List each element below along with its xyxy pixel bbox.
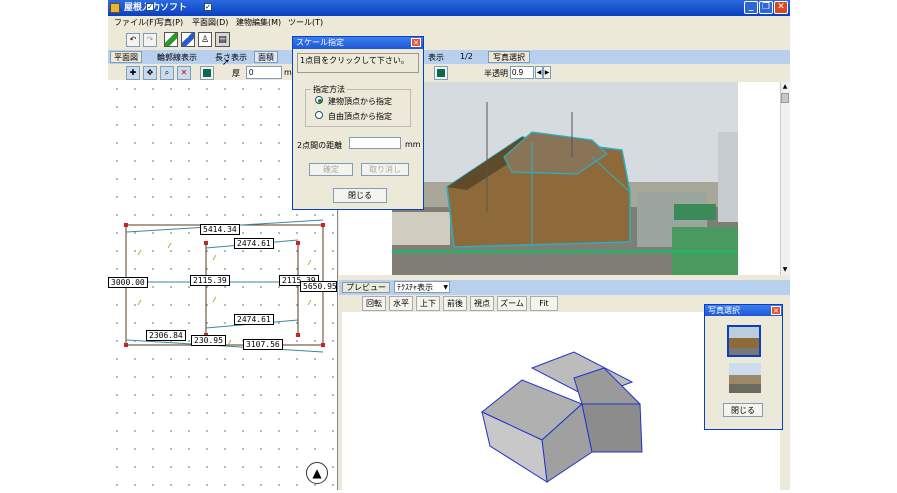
cancel-button[interactable]: 取り消し bbox=[361, 163, 409, 176]
texture-icon[interactable] bbox=[200, 66, 214, 80]
photo-select-close-button[interactable]: 閉じる bbox=[723, 403, 763, 417]
radio-free-label: 自由頂点から指定 bbox=[328, 112, 392, 121]
menu-plan[interactable]: 平面図(D) bbox=[188, 16, 232, 30]
dim-bottom-mid: 230.95 bbox=[191, 335, 226, 346]
dim-inner-top: 2474.61 bbox=[234, 238, 274, 249]
photo-view[interactable] bbox=[392, 82, 738, 275]
photo-select-dialog: 写真選択 ✕ 閉じる bbox=[704, 304, 783, 430]
dim-top: 5414.34 bbox=[200, 224, 240, 235]
dim-left: 3000.00 bbox=[108, 277, 148, 288]
dim-right-edge: 5650.95 bbox=[300, 281, 337, 292]
length-checkbox[interactable]: ✓ bbox=[204, 3, 212, 11]
distance-unit: mm bbox=[405, 140, 421, 149]
preview-label: プレビュー bbox=[342, 282, 390, 293]
photo-image bbox=[392, 82, 738, 275]
scale-dialog: スケール指定 ✕ 1点目をクリックして下さい。 指定方法 建物頂点から指定 自由… bbox=[292, 36, 424, 210]
radio-free[interactable] bbox=[315, 111, 323, 119]
transparency-label: 半透明 bbox=[484, 69, 508, 78]
transparency-spin-right-icon[interactable]: ▶ bbox=[543, 66, 551, 79]
photo-thumb-1[interactable] bbox=[727, 325, 761, 357]
undo-icon[interactable]: ↶ bbox=[126, 33, 140, 47]
length-label: 長さ表示 bbox=[215, 53, 247, 62]
pencil-green-icon[interactable] bbox=[164, 32, 178, 47]
print-icon[interactable]: ▤ bbox=[215, 32, 230, 47]
compass-icon: ▲ bbox=[306, 462, 328, 484]
radio-building-label: 建物頂点から指定 bbox=[328, 97, 392, 106]
scroll-up-icon[interactable]: ▲ bbox=[780, 82, 790, 92]
outline-label: 輪郭線表示 bbox=[157, 53, 197, 62]
tab-plan[interactable]: 平面図 bbox=[110, 51, 142, 63]
menu-building-edit[interactable]: 建物編集(M) bbox=[232, 16, 285, 30]
vertex-move-icon[interactable]: ✥ bbox=[143, 66, 157, 80]
page-indicator: 1/2 bbox=[460, 52, 473, 61]
updown-button[interactable]: 上下 bbox=[416, 296, 440, 311]
window-title: 屋根入力ソフト bbox=[124, 3, 188, 13]
menu-photo[interactable]: 写真(P) bbox=[152, 16, 187, 30]
person-tool-icon[interactable]: ♙ bbox=[198, 32, 212, 47]
distance-input[interactable] bbox=[349, 137, 401, 149]
viewpoint-button[interactable]: 視点 bbox=[470, 296, 494, 311]
scroll-thumb[interactable] bbox=[781, 93, 789, 103]
vertex-add-icon[interactable]: ✚ bbox=[126, 66, 140, 80]
texture-toggle-icon[interactable] bbox=[434, 66, 448, 80]
rotate-button[interactable]: 回転 bbox=[362, 296, 386, 311]
texture-display-select[interactable]: ﾃｸｽﾁｬ表示 ▼ bbox=[394, 281, 450, 293]
chevron-down-icon: ▼ bbox=[443, 284, 448, 291]
transparency-spin-left-icon[interactable]: ◀ bbox=[535, 66, 543, 79]
menu-tools[interactable]: ツール(T) bbox=[284, 16, 327, 30]
zoom-button[interactable]: ズーム bbox=[497, 296, 527, 311]
scale-dialog-close-icon[interactable]: ✕ bbox=[411, 38, 421, 47]
photo-vscroll[interactable] bbox=[780, 82, 790, 275]
minimize-button[interactable]: _ bbox=[744, 1, 758, 14]
radio-building[interactable] bbox=[315, 96, 323, 104]
horizontal-button[interactable]: 水平 bbox=[389, 296, 413, 311]
transparency-input[interactable] bbox=[510, 66, 534, 79]
menu-bar: ファイル(F) 写真(P) 平面図(D) 建物編集(M) ツール(T) bbox=[108, 16, 790, 30]
outline-checkbox[interactable]: ✓ bbox=[146, 3, 154, 11]
zoom-tool-icon[interactable]: ⌕ bbox=[160, 66, 174, 80]
frontback-button[interactable]: 前後 bbox=[443, 296, 467, 311]
dim-middle: 2115.39 bbox=[190, 275, 230, 286]
scale-dialog-title: スケール指定 bbox=[293, 37, 423, 49]
delete-tool-icon[interactable]: ✕ bbox=[177, 66, 191, 80]
fit-button[interactable]: Fit bbox=[530, 296, 558, 311]
mouse-cursor-icon: ➚ bbox=[222, 58, 230, 68]
close-button[interactable]: ✕ bbox=[774, 1, 788, 14]
distance-label: 2点間の距離 bbox=[297, 141, 343, 150]
scale-instruction: 1点目をクリックして下さい。 bbox=[297, 53, 419, 73]
area-button[interactable]: 面積 bbox=[254, 51, 278, 63]
display-label: 表示 bbox=[428, 53, 444, 62]
dim-bottom-left: 2306.84 bbox=[146, 330, 186, 341]
photo-select-button[interactable]: 写真選択 bbox=[488, 51, 530, 63]
redo-icon[interactable]: ↷ bbox=[143, 33, 157, 47]
confirm-button[interactable]: 確定 bbox=[309, 163, 353, 176]
scroll-down-icon[interactable]: ▼ bbox=[780, 265, 790, 275]
thickness-label: 厚 bbox=[232, 69, 240, 78]
plan-toolbar bbox=[108, 50, 790, 64]
dim-bottom-right: 3107.56 bbox=[243, 339, 283, 350]
method-group-label: 指定方法 bbox=[311, 84, 347, 95]
photo-select-close-icon[interactable]: ✕ bbox=[771, 306, 781, 315]
pencil-blue-icon[interactable] bbox=[181, 32, 195, 47]
texture-display-value: ﾃｸｽﾁｬ表示 bbox=[397, 283, 433, 292]
thickness-input[interactable] bbox=[246, 66, 282, 79]
dim-inner-bottom: 2474.61 bbox=[234, 314, 274, 325]
restore-button[interactable]: ❐ bbox=[759, 1, 773, 14]
app-icon bbox=[110, 3, 120, 13]
dialog-close-button[interactable]: 閉じる bbox=[333, 188, 387, 203]
photo-thumb-2[interactable] bbox=[729, 363, 761, 393]
